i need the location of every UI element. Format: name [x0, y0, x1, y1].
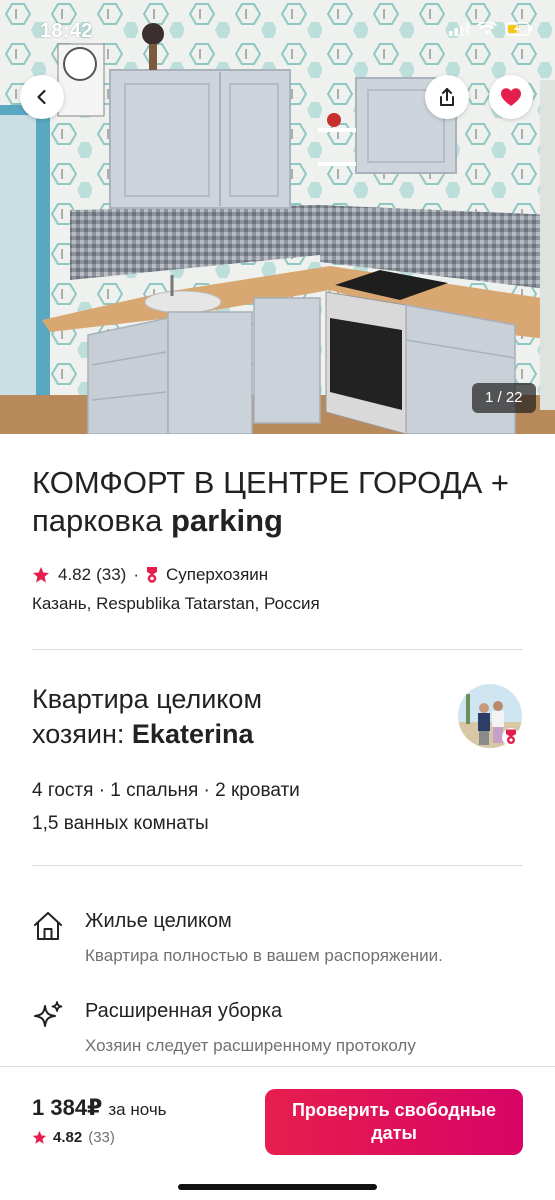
host-line: хозяин: Ekaterina	[32, 717, 432, 752]
listing-type: Квартира целиком	[32, 684, 263, 714]
kitchen-photo	[0, 0, 555, 434]
feature-title: Расширенная уборка	[85, 1000, 283, 1022]
price: 1 384₽	[32, 1095, 103, 1120]
back-button[interactable]	[20, 75, 64, 119]
footer-rating: 4.82 (33)	[32, 1129, 115, 1146]
share-icon	[440, 88, 454, 106]
listing-title-bold: parking	[171, 503, 283, 538]
house-icon	[34, 912, 62, 940]
rating-row: 4.82 (33) · Суперхозяин	[32, 562, 268, 588]
booking-footer: 1 384₽ за ночь 4.82 (33) Проверить свобо…	[0, 1066, 555, 1200]
status-time: 18:42	[40, 20, 93, 42]
status-icons	[449, 22, 533, 36]
separator-dot: ·	[133, 565, 139, 584]
host-prefix: хозяин:	[32, 719, 125, 749]
share-button[interactable]	[425, 75, 469, 119]
battery-charging-icon	[505, 22, 532, 36]
host-name: Ekaterina	[131, 719, 254, 749]
divider	[32, 865, 523, 866]
status-bar: 18:42	[0, 0, 555, 64]
review-count[interactable]: (33)	[96, 565, 126, 585]
cellular-signal-icon	[449, 22, 469, 36]
feature-description: Хозяин следует расширенному протоколу	[85, 1036, 416, 1055]
host-avatar[interactable]	[458, 684, 522, 748]
listing-photo-carousel[interactable]: 18:42 1 / 22	[0, 0, 555, 434]
capacity-bathrooms: 1,5 ванных комнаты	[32, 813, 209, 834]
chevron-left-icon	[37, 89, 46, 105]
listing-title: КОМФОРТ В ЦЕНТРЕ ГОРОДА + парковка parki…	[32, 464, 532, 540]
star-icon	[32, 1130, 47, 1144]
host-heading: Квартира целиком хозяин: Ekaterina	[32, 682, 432, 752]
per-night-label: за ночь	[108, 1100, 167, 1119]
wifi-icon	[477, 22, 497, 35]
divider	[32, 649, 523, 650]
location-link[interactable]: Казань, Respublika Tatarstan, Россия	[32, 594, 320, 614]
footer-review-count[interactable]: (33)	[88, 1129, 115, 1146]
check-availability-button[interactable]: Проверить свободные даты	[265, 1089, 523, 1155]
capacity-guests-bedrooms: 4 гостя · 1 спальня · 2 кровати	[32, 780, 300, 801]
heart-icon	[501, 88, 521, 106]
favorite-button[interactable]	[489, 75, 533, 119]
listing-page: 18:42 1 / 22 КОМФОРТ В ЦЕНТРЕ ГОРОДА + п…	[0, 0, 555, 1200]
superhost-label: Суперхозяин	[166, 565, 269, 584]
feature-title: Жилье целиком	[85, 910, 232, 932]
feature-description: Квартира полностью в вашем распоряжении.	[85, 946, 443, 965]
capacity-info: 4 гостя · 1 спальня · 2 кровати 1,5 ванн…	[32, 774, 300, 840]
price-line: 1 384₽ за ночь	[32, 1095, 167, 1121]
sparkle-icon	[34, 1001, 63, 1027]
rating-value: 4.82	[58, 565, 92, 584]
home-indicator[interactable]	[178, 1184, 377, 1190]
star-icon	[33, 567, 49, 583]
footer-rating-value: 4.82	[53, 1129, 83, 1146]
photo-counter: 1 / 22	[472, 383, 536, 413]
superhost-badge-icon	[147, 567, 157, 583]
